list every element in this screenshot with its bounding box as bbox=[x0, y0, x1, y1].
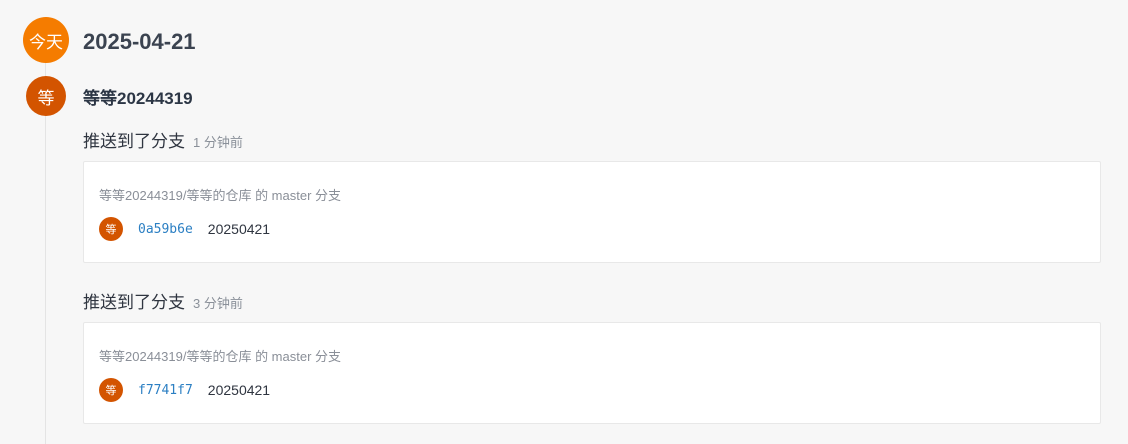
commit-message: 20250421 bbox=[207, 382, 271, 398]
commit-message: 20250421 bbox=[207, 221, 271, 237]
commit-sha-link[interactable]: 0a59b6e bbox=[138, 222, 193, 237]
event-time: 1 分钟前 bbox=[193, 135, 243, 150]
today-badge: 今天 bbox=[23, 17, 69, 63]
commit-row: 等 f7741f7 20250421 bbox=[99, 378, 270, 402]
repo-branch-link[interactable]: 等等20244319/等等的仓库 的 master 分支 bbox=[99, 346, 341, 365]
user-avatar-char: 等 bbox=[37, 88, 55, 108]
user-name-link[interactable]: 等等20244319 bbox=[83, 84, 193, 109]
commit-row: 等 0a59b6e 20250421 bbox=[99, 217, 270, 241]
repo-branch-link[interactable]: 等等20244319/等等的仓库 的 master 分支 bbox=[99, 185, 341, 204]
commit-sha-link[interactable]: f7741f7 bbox=[138, 383, 193, 398]
event-header: 推送到了分支 1 分钟前 bbox=[83, 127, 243, 152]
event-action: 推送到了分支 bbox=[83, 132, 185, 151]
commit-author-char: 等 bbox=[105, 224, 117, 236]
commit-author-char: 等 bbox=[105, 385, 117, 397]
commit-card: 等等20244319/等等的仓库 的 master 分支 等 0a59b6e 2… bbox=[83, 161, 1101, 263]
date-heading: 2025-04-21 bbox=[83, 29, 196, 54]
event-action: 推送到了分支 bbox=[83, 293, 185, 312]
today-label: 今天 bbox=[29, 32, 63, 52]
event-time: 3 分钟前 bbox=[193, 296, 243, 311]
commit-author-avatar[interactable]: 等 bbox=[99, 378, 123, 402]
commit-card: 等等20244319/等等的仓库 的 master 分支 等 f7741f7 2… bbox=[83, 322, 1101, 424]
user-avatar[interactable]: 等 bbox=[26, 76, 66, 116]
commit-author-avatar[interactable]: 等 bbox=[99, 217, 123, 241]
event-header: 推送到了分支 3 分钟前 bbox=[83, 288, 243, 313]
